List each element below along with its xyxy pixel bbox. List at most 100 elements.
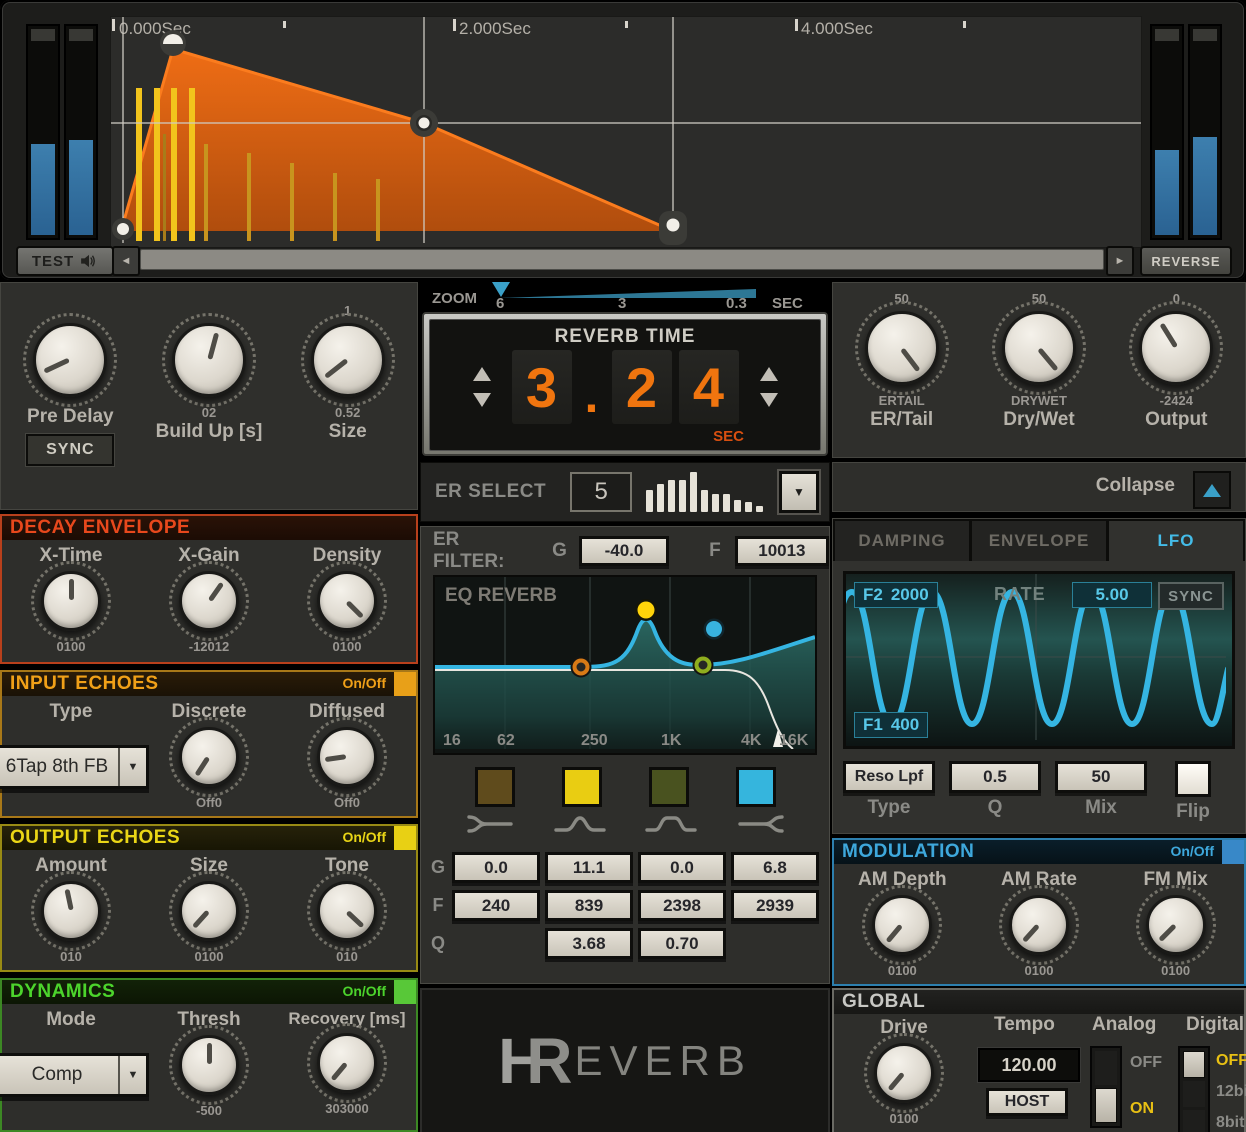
lfo-rate-field[interactable]: 5.00 — [1072, 582, 1152, 608]
host-button[interactable]: HOST — [986, 1088, 1068, 1116]
lfo-mix-label: Mix — [1085, 797, 1117, 818]
input-type-group: Type 6Tap 8th FB ▼ — [0, 700, 149, 789]
reverb-time-digit[interactable]: 4 — [678, 350, 739, 424]
lfo-q-label: Q — [987, 797, 1003, 818]
transport-bar: TEST ◄ ► REVERSE — [0, 246, 1246, 276]
band3-freq-field[interactable]: 2398 — [638, 890, 726, 921]
lfo-f2-field[interactable]: F2 2000 — [854, 582, 938, 608]
band4-gain-field[interactable]: 6.8 — [731, 852, 819, 883]
lfo-q-field[interactable]: 0.5 — [949, 761, 1041, 793]
bell-icon — [644, 816, 697, 832]
lfo-display[interactable]: F2 2000 RATE 5.00 SYNC F1 400 — [843, 571, 1235, 749]
zoom-tick-03: 0.3 — [726, 295, 747, 312]
sync-button[interactable]: SYNC — [26, 434, 115, 466]
scroll-left-button[interactable]: ◄ — [112, 246, 140, 276]
mode-label: Mode — [46, 1009, 96, 1030]
reverb-time-dot: . — [584, 367, 599, 423]
am-rate-knob[interactable] — [998, 885, 1079, 965]
lfo-flip-toggle[interactable] — [1175, 761, 1211, 797]
decay-envelope-title: DECAY ENVELOPE — [10, 517, 191, 538]
analog-toggle[interactable] — [1090, 1046, 1122, 1128]
reverse-button[interactable]: REVERSE — [1140, 246, 1232, 276]
reverb-time-spinner-right[interactable] — [759, 367, 778, 407]
band1-freq-field[interactable]: 240 — [452, 890, 540, 921]
knob-cap — [317, 571, 377, 631]
input-type-dropdown[interactable]: 6Tap 8th FB ▼ — [0, 745, 149, 789]
dry-wet-knob[interactable] — [991, 301, 1086, 395]
band1-gain-field[interactable]: 0.0 — [452, 852, 540, 883]
density-knob[interactable] — [307, 561, 387, 641]
size-knob[interactable] — [300, 313, 395, 407]
tempo-value-display[interactable]: 120.00 — [978, 1048, 1080, 1082]
build-up-knob[interactable] — [161, 313, 256, 407]
band3-q-field[interactable]: 0.70 — [638, 928, 726, 959]
dynamics-mode-dropdown[interactable]: Comp ▼ — [0, 1053, 149, 1097]
modulation-toggle[interactable] — [1222, 840, 1244, 864]
thresh-knob[interactable] — [169, 1025, 249, 1105]
eq-band-buttons — [421, 767, 829, 807]
eq-band3-button[interactable] — [648, 767, 689, 807]
drive-knob[interactable] — [864, 1033, 944, 1113]
lfo-type-dropdown[interactable]: Reso Lpf — [843, 761, 935, 793]
pre-delay-knob[interactable] — [23, 313, 118, 407]
lfo-f1-field[interactable]: F1 400 — [854, 712, 929, 738]
am-depth-group: AM Depth 0 100 — [858, 869, 947, 978]
band4-freq-field[interactable]: 2939 — [731, 890, 819, 921]
tone-knob[interactable] — [307, 871, 387, 951]
lfo-sync-button[interactable]: SYNC — [1158, 582, 1224, 610]
spin-down-icon — [759, 393, 778, 407]
er-tail-label: ER/Tail — [870, 409, 934, 430]
recovery-knob[interactable] — [307, 1023, 387, 1103]
er-tail-knob[interactable] — [854, 301, 949, 395]
dynamics-toggle[interactable] — [394, 980, 416, 1004]
output-knob[interactable] — [1129, 301, 1224, 395]
tab-damping[interactable]: DAMPING — [835, 521, 969, 561]
zoom-slider-track[interactable] — [500, 289, 756, 298]
digital-toggle[interactable] — [1178, 1046, 1210, 1132]
band2-freq-field[interactable]: 839 — [545, 890, 633, 921]
eq-band2-button[interactable] — [561, 767, 602, 807]
collapse-button[interactable] — [1193, 471, 1231, 509]
reverb-time-spinner-left[interactable] — [472, 367, 491, 407]
knob-cap — [41, 881, 101, 941]
er-filter-freq-field[interactable]: 10013 — [734, 536, 829, 566]
er-filter-label: ER FILTER: — [433, 529, 505, 572]
band2-gain-field[interactable]: 11.1 — [545, 852, 633, 883]
timeline-scrollbar[interactable] — [140, 249, 1104, 270]
hreverb-plugin-window: 0.000Sec 2.000Sec 4.000Sec TEST ◄ ► REVE… — [0, 0, 1246, 1132]
band3-gain-field[interactable]: 0.0 — [638, 852, 726, 883]
band2-q-field[interactable]: 3.68 — [545, 928, 633, 959]
scroll-right-button[interactable]: ► — [1106, 246, 1134, 276]
tab-envelope[interactable]: ENVELOPE — [972, 521, 1106, 561]
discrete-knob[interactable] — [169, 717, 249, 797]
eq-filter-shape-icons — [421, 813, 829, 835]
reverb-time-digit[interactable]: 2 — [611, 350, 672, 424]
test-button[interactable]: TEST — [16, 246, 114, 276]
output-echoes-toggle[interactable] — [394, 826, 416, 850]
x-time-group: X-Time 0 100 — [31, 545, 111, 654]
reverb-envelope-graph[interactable]: 0.000Sec 2.000Sec 4.000Sec — [110, 16, 1142, 248]
amount-knob[interactable] — [31, 871, 111, 951]
er-select-value[interactable]: 5 — [570, 472, 633, 512]
diffused-knob[interactable] — [307, 717, 387, 797]
output-size-knob[interactable] — [169, 871, 249, 951]
amount-group: Amount 0 10 — [31, 855, 111, 964]
x-time-knob[interactable] — [31, 561, 111, 641]
lfo-mix-field[interactable]: 50 — [1055, 761, 1147, 793]
er-select-dropdown-button[interactable]: ▼ — [779, 471, 819, 513]
eq-reverb-graph[interactable]: EQ REVERB 16 62 250 1K 4K 16K — [433, 575, 817, 755]
fm-mix-knob[interactable] — [1135, 885, 1216, 965]
eq-band1-button[interactable] — [474, 767, 515, 807]
input-type-value: 6Tap 8th FB — [5, 756, 109, 777]
tab-lfo[interactable]: LFO — [1109, 521, 1243, 561]
envelope-handles-layer — [111, 17, 1141, 245]
x-gain-knob[interactable] — [169, 561, 249, 641]
envelope-display-frame: 0.000Sec 2.000Sec 4.000Sec TEST ◄ ► REVE… — [0, 0, 1246, 280]
reverb-time-unit: SEC — [713, 428, 744, 445]
reverb-time-digit[interactable]: 3 — [511, 350, 572, 424]
eq-band4-button[interactable] — [735, 767, 776, 807]
er-filter-gain-field[interactable]: -40.0 — [578, 536, 670, 566]
lfo-type-label: Type — [867, 797, 911, 818]
input-echoes-toggle[interactable] — [394, 672, 416, 696]
am-depth-knob[interactable] — [862, 885, 943, 965]
